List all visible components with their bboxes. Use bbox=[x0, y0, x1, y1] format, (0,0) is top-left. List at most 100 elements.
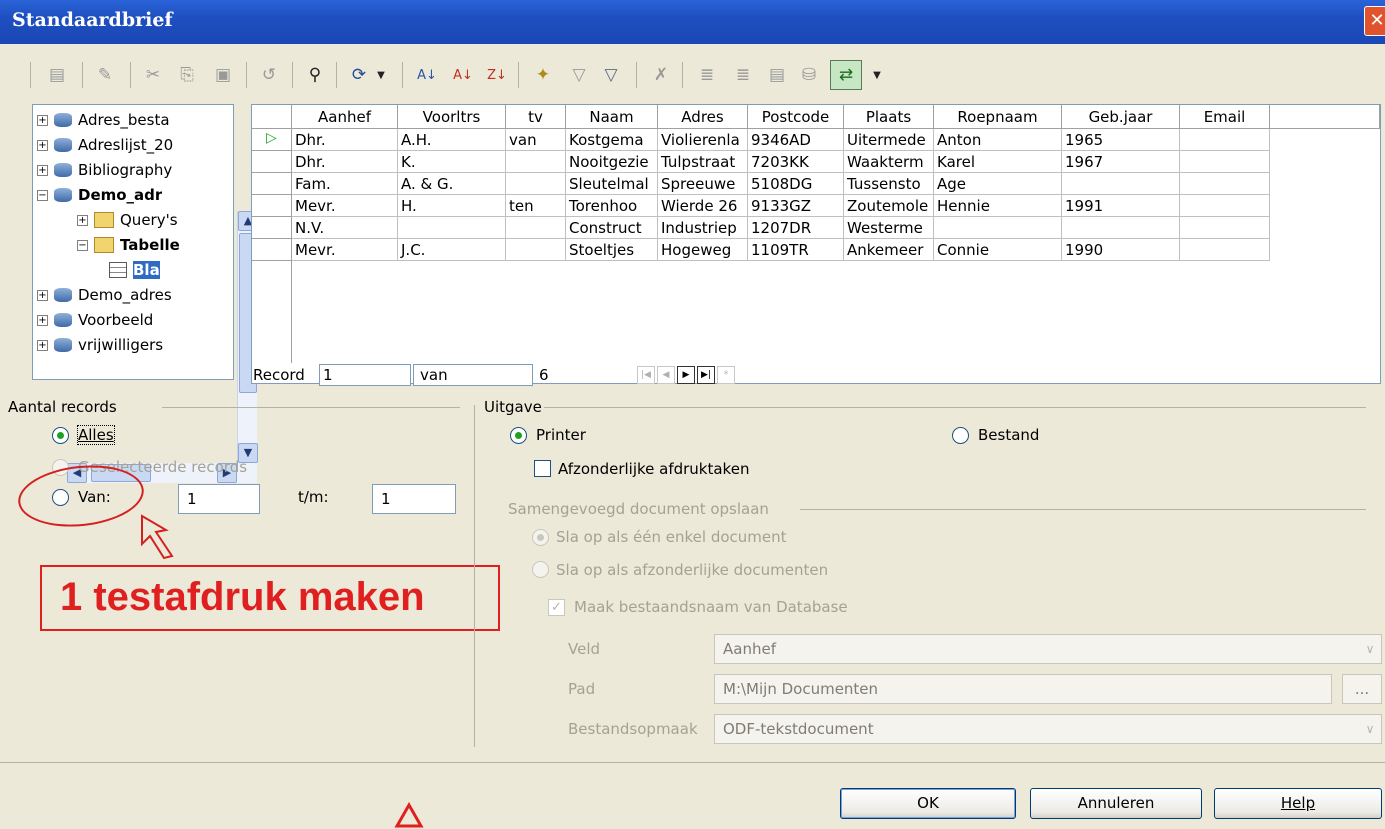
table-cell[interactable]: J.C. bbox=[398, 239, 506, 261]
table-cell[interactable]: K. bbox=[398, 151, 506, 173]
tree-item[interactable]: Bla bbox=[109, 259, 160, 281]
next-record-button[interactable]: ▶ bbox=[677, 366, 695, 384]
table-cell[interactable]: Dhr. bbox=[292, 129, 398, 151]
table-cell[interactable] bbox=[1180, 129, 1270, 151]
bestand-label[interactable]: Bestand bbox=[978, 426, 1039, 444]
collapse-icon[interactable]: − bbox=[37, 189, 48, 201]
table-cell[interactable]: Ankemeer bbox=[844, 239, 934, 261]
column-header[interactable]: Voorltrs bbox=[398, 105, 506, 129]
table-cell[interactable]: Tulpstraat bbox=[658, 151, 748, 173]
column-header[interactable]: Adres bbox=[658, 105, 748, 129]
expand-icon[interactable]: + bbox=[37, 164, 48, 176]
alles-radio[interactable] bbox=[52, 427, 69, 444]
table-cell[interactable]: 1991 bbox=[1062, 195, 1180, 217]
last-record-button[interactable]: ▶| bbox=[697, 366, 715, 384]
table-cell[interactable]: 7203KK bbox=[748, 151, 844, 173]
table-cell[interactable]: N.V. bbox=[292, 217, 398, 239]
ok-button[interactable]: OK bbox=[840, 788, 1016, 819]
expand-icon[interactable]: + bbox=[37, 289, 48, 301]
table-cell[interactable]: ten bbox=[506, 195, 566, 217]
table-cell[interactable]: Mevr. bbox=[292, 195, 398, 217]
table-cell[interactable] bbox=[506, 239, 566, 261]
table-cell[interactable]: Hogeweg bbox=[658, 239, 748, 261]
afzonderlijk-checkbox[interactable] bbox=[534, 460, 551, 477]
copy-icon[interactable]: ⎘ bbox=[174, 62, 200, 88]
chevron-down-icon[interactable]: ▼ bbox=[374, 62, 388, 88]
tree-item[interactable]: + Adres_besta bbox=[37, 109, 170, 131]
tree-item[interactable]: + Bibliography bbox=[37, 159, 172, 181]
table-cell[interactable]: Hennie bbox=[934, 195, 1062, 217]
table-cell[interactable]: Anton bbox=[934, 129, 1062, 151]
table-cell[interactable]: 1965 bbox=[1062, 129, 1180, 151]
expand-icon[interactable]: + bbox=[37, 139, 48, 151]
van-input[interactable]: 1 bbox=[178, 484, 260, 514]
column-header[interactable]: Geb.jaar bbox=[1062, 105, 1180, 129]
alles-label[interactable]: Alles bbox=[77, 425, 115, 445]
table-cell[interactable]: Industriep bbox=[658, 217, 748, 239]
close-button[interactable]: ✕ bbox=[1364, 6, 1385, 36]
row-header[interactable] bbox=[252, 151, 292, 173]
row-header[interactable] bbox=[252, 173, 292, 195]
table-cell[interactable]: Wierde 26 bbox=[658, 195, 748, 217]
sort-az-icon[interactable]: A↓ bbox=[450, 62, 476, 88]
table-cell[interactable]: 9346AD bbox=[748, 129, 844, 151]
table-cell[interactable] bbox=[506, 151, 566, 173]
expand-icon[interactable]: + bbox=[37, 114, 48, 126]
tree-item[interactable]: + Query's bbox=[77, 209, 178, 231]
table-cell[interactable]: Stoeltjes bbox=[566, 239, 658, 261]
table-cell[interactable] bbox=[934, 217, 1062, 239]
tree-item[interactable]: + Demo_adres bbox=[37, 284, 172, 306]
new-record-button[interactable]: * bbox=[717, 366, 735, 384]
table-cell[interactable] bbox=[506, 217, 566, 239]
column-header[interactable]: Email bbox=[1180, 105, 1270, 129]
toolbar-more-icon[interactable]: ▼ bbox=[870, 62, 884, 88]
find-icon[interactable]: ⚲ bbox=[302, 62, 328, 88]
filter-icon[interactable]: ▽ bbox=[598, 62, 624, 88]
data-to-text-icon[interactable]: ≣ bbox=[730, 62, 756, 88]
column-header[interactable]: Aanhef bbox=[292, 105, 398, 129]
bestand-radio[interactable] bbox=[952, 427, 969, 444]
printer-label[interactable]: Printer bbox=[536, 426, 586, 444]
column-header[interactable]: Naam bbox=[566, 105, 658, 129]
table-cell[interactable]: Dhr. bbox=[292, 151, 398, 173]
insert-icon[interactable]: ≣ bbox=[694, 62, 720, 88]
save-icon[interactable]: ▤ bbox=[44, 62, 70, 88]
column-header[interactable]: Plaats bbox=[844, 105, 934, 129]
tree-item[interactable]: + Voorbeeld bbox=[37, 309, 153, 331]
sort-za-icon[interactable]: Z↓ bbox=[484, 62, 510, 88]
tree-item[interactable]: − Demo_adr bbox=[37, 184, 162, 206]
tm-input[interactable]: 1 bbox=[372, 484, 456, 514]
table-cell[interactable]: Construct bbox=[566, 217, 658, 239]
data-grid[interactable]: Aanhef Voorltrs tv Naam Adres Postcode Plaats R… bbox=[251, 104, 1381, 384]
record-number-input[interactable]: 1 bbox=[319, 364, 411, 386]
table-cell[interactable]: Uitermede bbox=[844, 129, 934, 151]
autofilter-icon[interactable]: ✦ bbox=[530, 62, 556, 88]
table-cell[interactable] bbox=[1062, 217, 1180, 239]
table-cell[interactable] bbox=[1180, 151, 1270, 173]
expand-icon[interactable]: + bbox=[37, 314, 48, 326]
afzonderlijk-label[interactable]: Afzonderlijke afdruktaken bbox=[558, 460, 749, 478]
expand-icon[interactable]: + bbox=[77, 214, 88, 226]
table-cell[interactable] bbox=[506, 173, 566, 195]
table-cell[interactable]: A.H. bbox=[398, 129, 506, 151]
tree-item[interactable]: + Adreslijst_20 bbox=[37, 134, 173, 156]
help-button[interactable]: Help bbox=[1214, 788, 1382, 819]
table-cell[interactable]: Tussensto bbox=[844, 173, 934, 195]
table-cell[interactable]: Sleutelmal bbox=[566, 173, 658, 195]
sort-ascending-icon[interactable]: A↓ bbox=[414, 62, 440, 88]
row-header[interactable] bbox=[252, 217, 292, 239]
undo-icon[interactable]: ↺ bbox=[256, 62, 282, 88]
table-cell[interactable] bbox=[398, 217, 506, 239]
row-header[interactable] bbox=[252, 195, 292, 217]
cancel-button[interactable]: Annuleren bbox=[1030, 788, 1202, 819]
standard-filter-icon[interactable]: ▽ bbox=[566, 62, 592, 88]
table-cell[interactable]: 1967 bbox=[1062, 151, 1180, 173]
table-cell[interactable] bbox=[1180, 173, 1270, 195]
table-cell[interactable]: 9133GZ bbox=[748, 195, 844, 217]
table-cell[interactable] bbox=[1180, 239, 1270, 261]
table-cell[interactable]: 1109TR bbox=[748, 239, 844, 261]
table-cell[interactable]: Karel bbox=[934, 151, 1062, 173]
table-cell[interactable] bbox=[1180, 217, 1270, 239]
column-header[interactable]: tv bbox=[506, 105, 566, 129]
table-cell[interactable]: Fam. bbox=[292, 173, 398, 195]
